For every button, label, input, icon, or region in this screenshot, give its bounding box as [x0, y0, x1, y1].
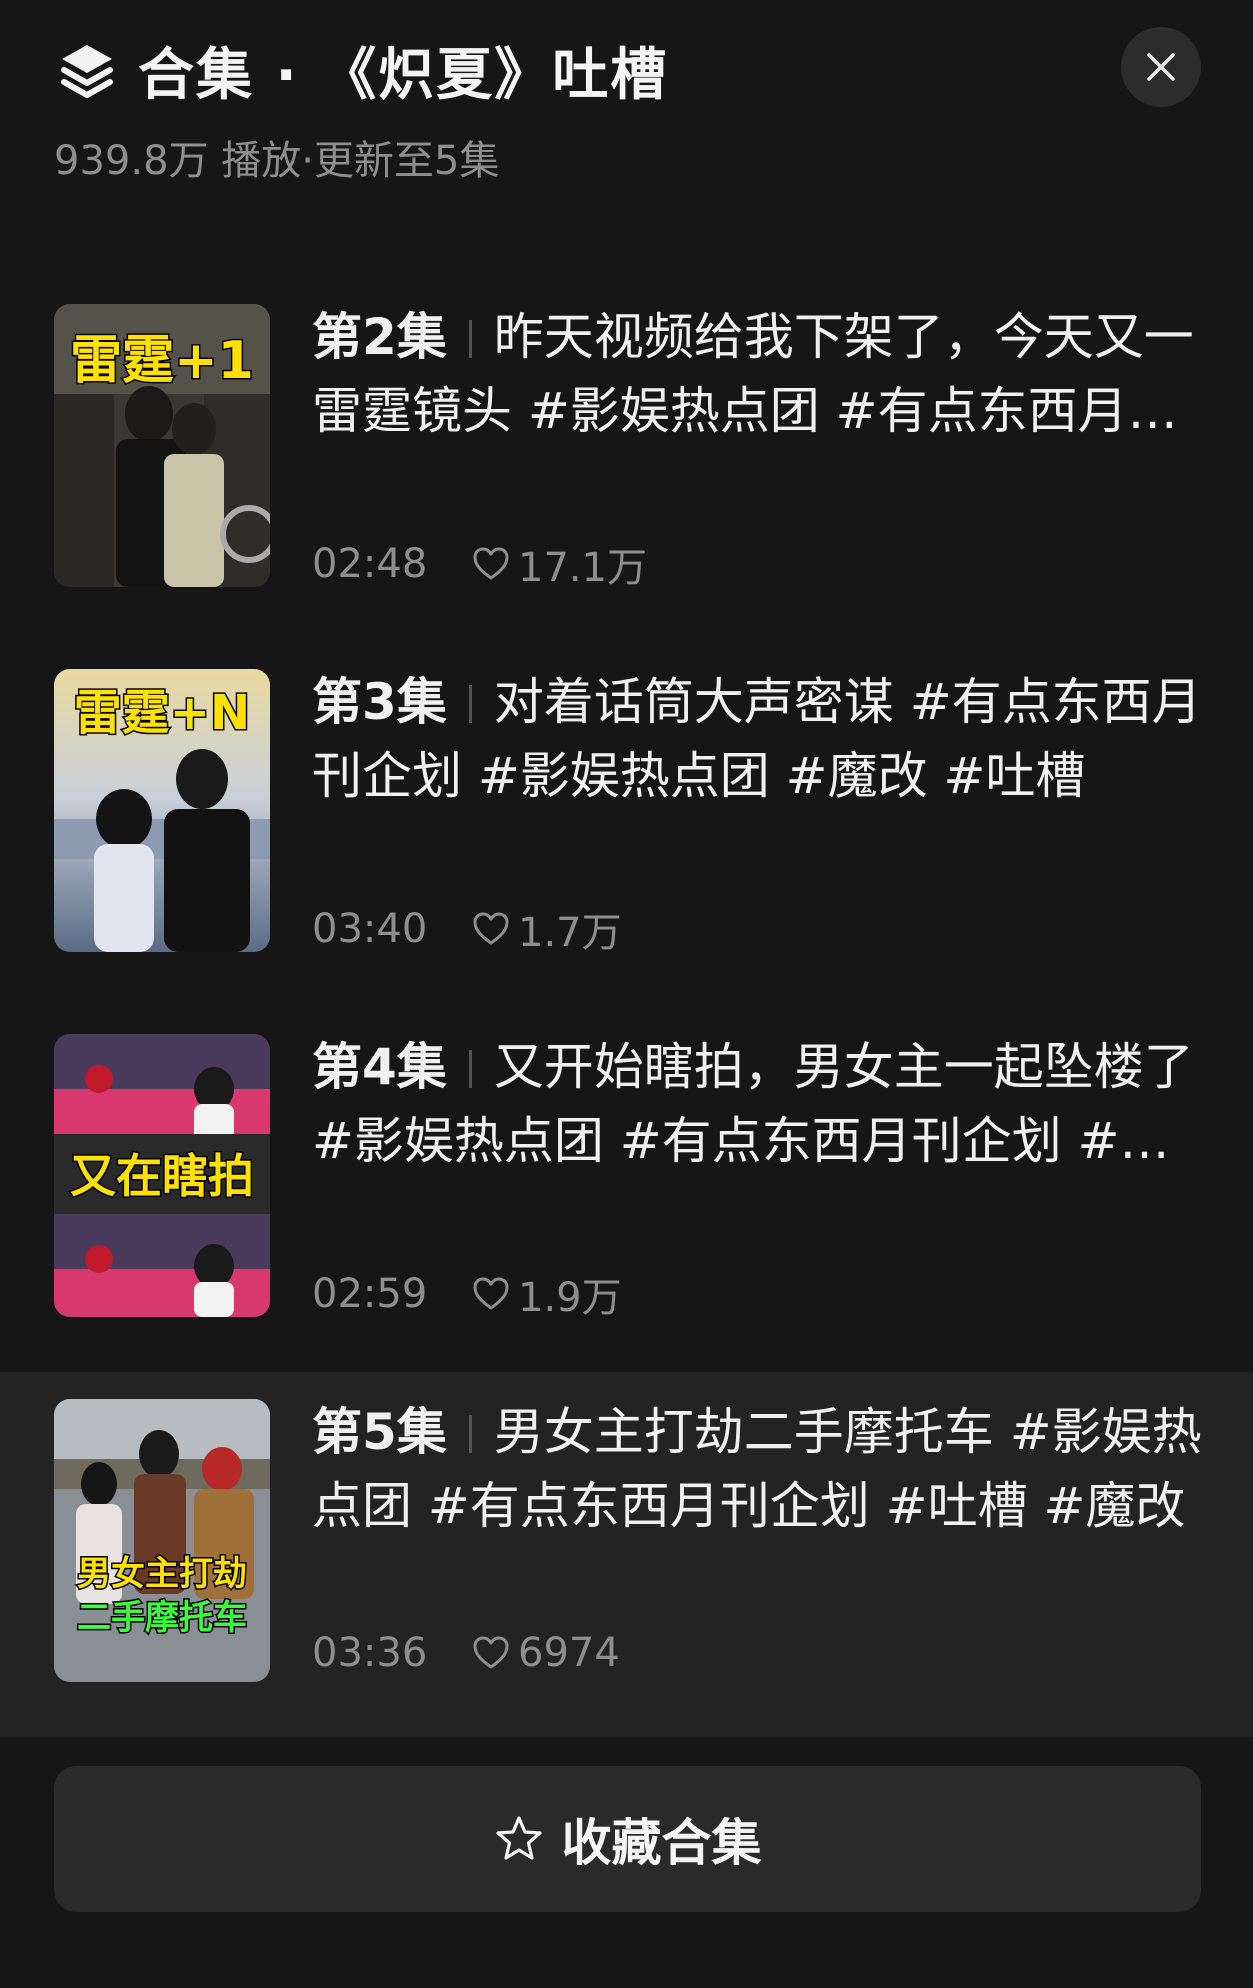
episode-title: 第3集 对着话筒大声密谋 #有点东西月刊企划 #影娱热点团 #魔改 #吐槽 — [312, 665, 1202, 813]
episode-title: 第4集又开始瞎拍，男女主一起坠楼了 #影娱热点团 #有点东西月刊企划 #吐槽 — [312, 1030, 1202, 1178]
episode-duration: 03:36 — [312, 1630, 428, 1676]
thumbnail-text: 又在瞎拍 — [70, 1149, 254, 1203]
episode-likes: 17.1万 — [472, 535, 647, 593]
collection-header: 合集 · 《炽夏》吐槽 939.8万 播放·更新至5集 — [0, 0, 1253, 200]
likes-count: 6974 — [518, 1630, 620, 1676]
layers-icon — [61, 44, 113, 98]
close-button[interactable] — [1121, 27, 1201, 107]
likes-count: 1.7万 — [518, 910, 622, 956]
heart-icon — [473, 912, 509, 945]
episode-duration: 02:59 — [312, 1271, 428, 1317]
episode-item[interactable]: 雷霆+N 第3集 对着话筒大声密谋 #有点东西月刊企划 #影娱热点团 #魔改 #吐… — [0, 642, 1253, 1007]
episode-likes: 6974 — [472, 1630, 620, 1676]
collect-label: 收藏合集 — [561, 1814, 762, 1872]
likes-count: 1.9万 — [518, 1275, 622, 1321]
episode-likes: 1.7万 — [472, 900, 622, 958]
episode-number: 第3集 — [312, 673, 447, 731]
episode-thumbnail: 雷霆+1 — [54, 304, 270, 587]
collection-title: 合集 · 《炽夏》吐槽 — [138, 43, 669, 108]
episode-meta: 02:59 1.9万 — [312, 1265, 622, 1323]
episode-title: 第2集昨天视频给我下架了，今天又一雷霆镜头 #影娱热点团 #有点东西月刊企划 — [312, 300, 1202, 448]
episode-number: 第5集 — [312, 1403, 447, 1461]
episode-thumbnail: 男女主打劫 二手摩托车 — [54, 1399, 270, 1682]
episode-thumbnail: 雷霆+N — [54, 669, 270, 952]
episode-number: 第4集 — [312, 1038, 447, 1096]
separator — [468, 685, 472, 723]
episode-meta: 03:36 6974 — [312, 1630, 620, 1676]
likes-count: 17.1万 — [518, 545, 648, 591]
episode-meta: 03:40 1.7万 — [312, 900, 622, 958]
heart-icon — [473, 1636, 509, 1669]
title-row: 合集 · 《炽夏》吐槽 — [58, 30, 668, 111]
thumbnail-text-line1: 男女主打劫 — [77, 1554, 247, 1594]
star-icon — [495, 1816, 542, 1860]
episode-title: 第5集 男女主打劫二手摩托车 #影娱热点团 #有点东西月刊企划 #吐槽 #魔改 — [312, 1395, 1202, 1543]
thumbnail-text-line2: 二手摩托车 — [77, 1598, 247, 1638]
heart-icon — [473, 1277, 509, 1310]
episode-duration: 03:40 — [312, 906, 428, 952]
episode-duration: 02:48 — [312, 541, 428, 587]
close-icon — [1147, 53, 1175, 81]
thumbnail-image: 又在瞎拍 — [54, 1034, 270, 1317]
thumbnail-image: 雷霆+N — [54, 669, 270, 952]
thumbnail-image: 雷霆+1 — [54, 304, 270, 587]
separator — [468, 1050, 472, 1088]
episode-item-current[interactable]: 男女主打劫 二手摩托车 第5集 男女主打劫二手摩托车 #影娱热点团 #有点东西月刊… — [0, 1372, 1253, 1737]
episode-number: 第2集 — [312, 308, 447, 366]
separator — [468, 1415, 472, 1453]
episode-list: 雷霆+1 第2集 昨天视频给我下架了，今天又一雷霆镜头 #影娱热点团 #有点东西月… — [0, 277, 1253, 1737]
thumbnail-text: 雷霆+1 — [70, 331, 254, 391]
thumbnail-text: 雷霆+N — [74, 685, 250, 741]
heart-icon — [473, 547, 509, 580]
episode-item[interactable]: 又在瞎拍 第4集 又开始瞎拍，男女主一起坠楼了 #影娱热点团 #有点东西月刊企划 … — [0, 1007, 1253, 1372]
collect-collection-button[interactable]: 收藏合集 — [54, 1766, 1201, 1912]
episode-meta: 02:48 17.1万 — [312, 535, 647, 593]
thumbnail-image: 男女主打劫 二手摩托车 — [54, 1399, 270, 1682]
episode-item[interactable]: 雷霆+1 第2集 昨天视频给我下架了，今天又一雷霆镜头 #影娱热点团 #有点东西月… — [0, 277, 1253, 642]
episode-thumbnail: 又在瞎拍 — [54, 1034, 270, 1317]
episode-likes: 1.9万 — [472, 1265, 622, 1323]
separator — [468, 320, 472, 358]
collection-stats: 939.8万 播放·更新至5集 — [54, 138, 500, 184]
